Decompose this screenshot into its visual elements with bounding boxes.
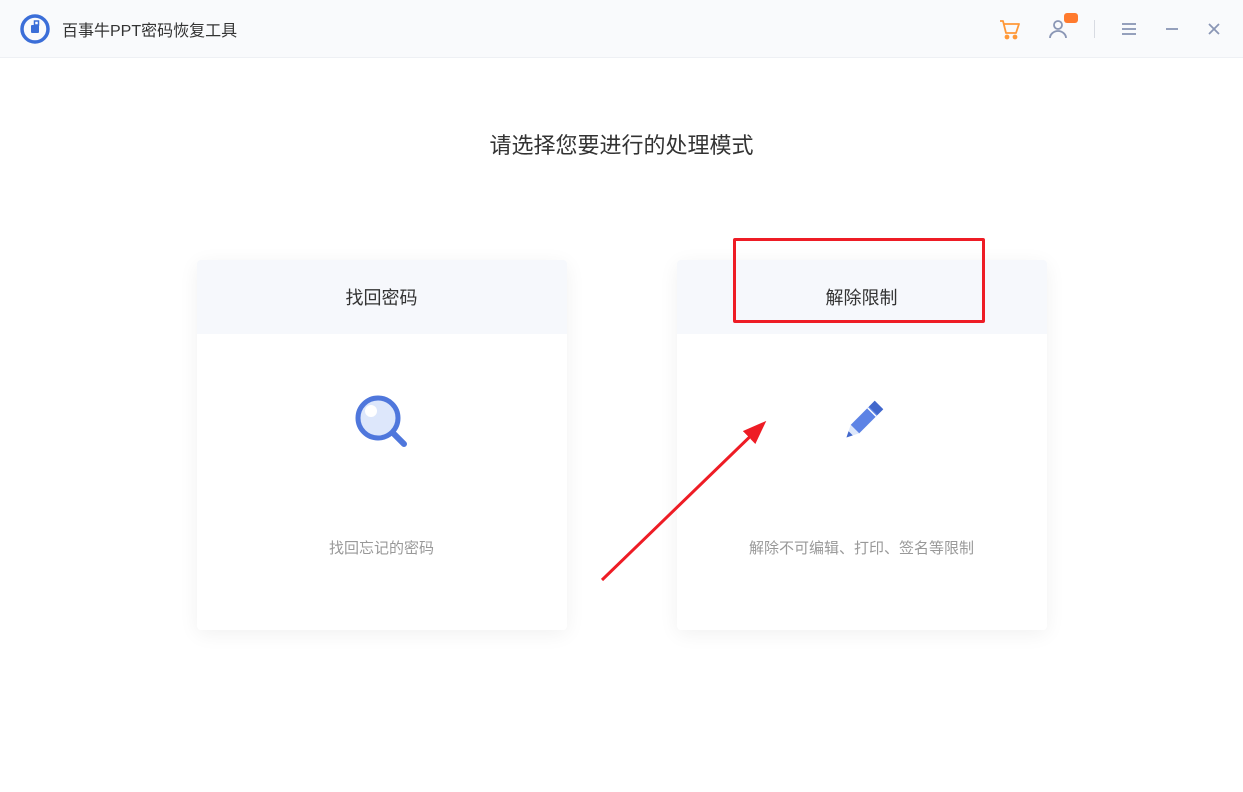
remove-card-title: 解除限制	[677, 260, 1047, 334]
recover-card-title: 找回密码	[197, 260, 567, 334]
titlebar-left: 百事牛PPT密码恢复工具	[20, 14, 237, 44]
recover-password-card[interactable]: 找回密码 找回忘记的密码	[197, 260, 567, 630]
remove-restriction-card[interactable]: 解除限制 解除不可编辑、打印、签名等限制	[677, 260, 1047, 630]
app-title: 百事牛PPT密码恢复工具	[62, 17, 237, 41]
remove-card-desc: 解除不可编辑、打印、签名等限制	[749, 537, 974, 558]
minimize-icon[interactable]	[1163, 20, 1181, 38]
divider	[1094, 20, 1095, 38]
app-logo-icon	[20, 14, 50, 44]
titlebar-right	[996, 16, 1223, 42]
main-content: 请选择您要进行的处理模式 找回密码 找回忘记的密码 解除限制	[0, 58, 1243, 630]
menu-icon[interactable]	[1119, 19, 1139, 39]
cart-icon[interactable]	[996, 16, 1022, 42]
pencil-icon	[827, 387, 897, 457]
cards-container: 找回密码 找回忘记的密码 解除限制	[197, 260, 1047, 630]
titlebar: 百事牛PPT密码恢复工具	[0, 0, 1243, 58]
vip-badge-icon	[1064, 13, 1078, 23]
recover-card-body: 找回忘记的密码	[197, 334, 567, 630]
main-heading: 请选择您要进行的处理模式	[489, 128, 753, 160]
user-icon[interactable]	[1046, 17, 1070, 41]
recover-card-desc: 找回忘记的密码	[329, 537, 434, 558]
remove-card-body: 解除不可编辑、打印、签名等限制	[677, 334, 1047, 630]
close-icon[interactable]	[1205, 20, 1223, 38]
magnifier-icon	[347, 387, 417, 457]
